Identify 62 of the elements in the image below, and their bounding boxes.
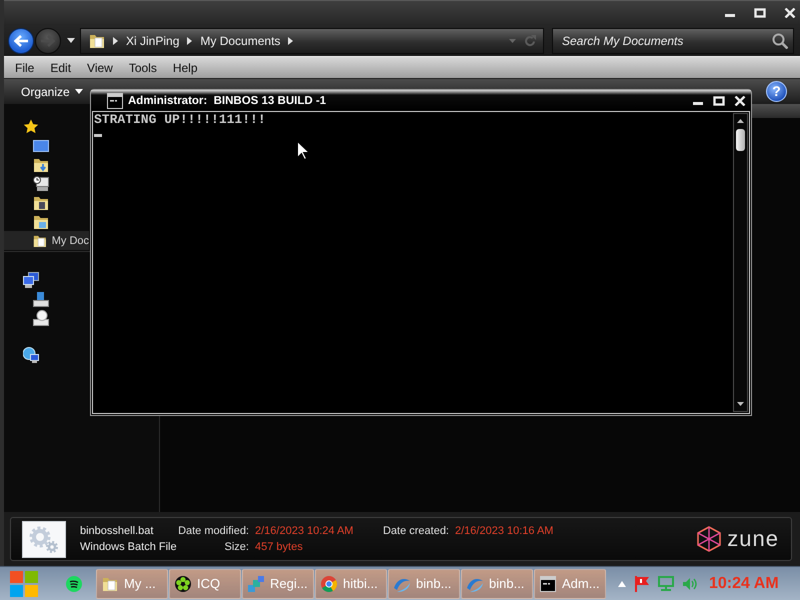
caret-down-icon[interactable] [737,402,744,406]
logo-wordmark: zune [727,527,779,551]
star-icon [23,118,39,134]
menu-item[interactable]: Help [164,60,206,74]
flag-icon[interactable] [635,576,649,592]
folder-icon [102,576,118,592]
cubes-icon [248,576,264,592]
file-name: binbosshell.bat [80,524,154,539]
scrollbar[interactable] [733,113,748,412]
close-icon[interactable] [784,8,796,18]
maximize-icon[interactable] [754,8,766,18]
field-label: Date created: [382,525,449,537]
menu-item[interactable]: Tools [120,60,165,74]
folder-icon [33,214,49,230]
clock-screen-icon [33,176,49,192]
menu-item[interactable]: Edit [42,60,80,74]
round-logo-icon [321,576,337,592]
window-title: Administrator: BINBOS 13 BUILD -1 [128,94,326,106]
organize-button[interactable]: Organize [16,82,88,100]
search-icon[interactable] [772,32,788,48]
disc-drive-icon [33,310,49,326]
folder-icon [89,32,105,48]
left-arrow-icon [14,34,28,46]
field-label: Size: [224,541,249,553]
geometric-mark-icon [696,526,722,552]
computer-icon [23,272,39,288]
striped-circle-icon[interactable] [66,576,82,592]
screen-icon [33,138,49,154]
caret-down-icon [74,89,83,94]
field-value: 2/16/2023 10:24 AM [255,525,354,537]
close-icon[interactable] [734,96,746,106]
terminal-icon [540,576,556,592]
field-value: 2/16/2023 10:16 AM [455,525,554,537]
start-button[interactable] [10,570,38,596]
right-arrow-icon [41,34,55,46]
globe-icon [23,346,39,362]
search-field[interactable]: Search My Documents [552,28,794,54]
scrollbar-thumb[interactable] [736,129,745,151]
folder-icon [33,194,49,210]
caret-down-icon[interactable] [67,38,75,43]
file-type: Windows Batch File [80,540,177,555]
drive-icon [33,290,49,306]
flower-icon [175,576,191,592]
folder-icon [33,156,49,172]
field-value: 457 bytes [255,541,303,553]
field-label: Date modified: [178,525,249,537]
address-bar[interactable]: Xi JinPing My Documents [80,28,544,54]
gear-icon [22,520,66,558]
maximize-icon[interactable] [713,96,725,106]
menu-item[interactable]: File [7,60,42,74]
breadcrumb[interactable]: Xi JinPing [126,34,180,48]
pointer-icon [297,141,309,160]
chevron-right-icon[interactable] [288,36,294,44]
breadcrumb[interactable]: My Documents [200,34,280,48]
console-line: STRATING UP!!!!!111!!! [94,112,267,128]
back-button[interactable] [8,28,34,54]
four-tiles-icon [10,570,38,596]
sidebar-item[interactable]: My Doc [4,231,89,250]
menu-item[interactable]: View [79,60,121,74]
chevron-right-icon[interactable] [187,36,192,44]
terminal-icon [107,92,123,108]
chevron-right-icon[interactable] [113,36,118,44]
